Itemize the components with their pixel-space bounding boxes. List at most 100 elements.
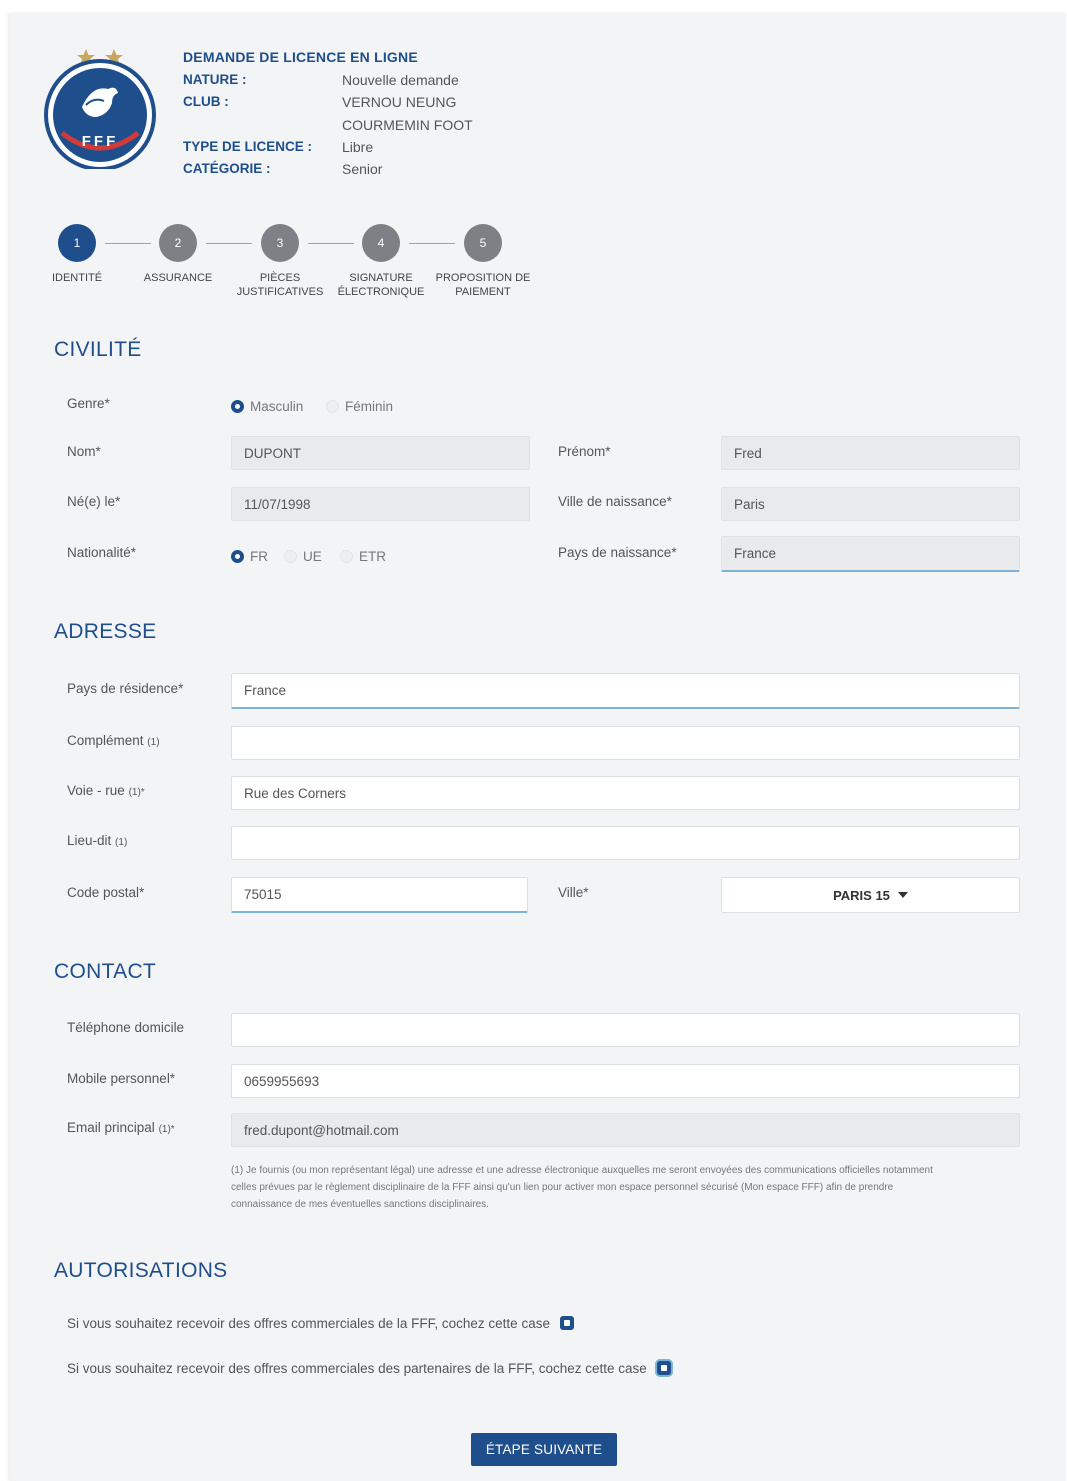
page-title: DEMANDE DE LICENCE EN LIGNE	[183, 49, 418, 65]
radio-label: Masculin	[250, 399, 304, 414]
telephone-field[interactable]	[231, 1013, 1020, 1047]
radio-checked-icon	[231, 400, 244, 413]
categorie-label: CATÉGORIE :	[183, 161, 271, 176]
ville-naissance-value: Paris	[734, 496, 765, 512]
lieudit-field[interactable]	[231, 826, 1020, 860]
nom-label: Nom*	[67, 444, 101, 459]
step-1-label: IDENTITÉ	[22, 271, 132, 285]
pays-naissance-value: France	[734, 546, 777, 561]
adresse-title: ADRESSE	[54, 620, 157, 643]
footnote-line: connaissance de mes éventuelles sanction…	[231, 1199, 489, 1210]
naissance-value: 11/07/1998	[244, 496, 311, 512]
offre-fff-checkbox[interactable]	[559, 1316, 574, 1330]
step-connector	[206, 243, 252, 244]
step-connector	[308, 243, 354, 244]
radio-checked-icon	[231, 550, 244, 563]
offre-fff-text: Si vous souhaitez recevoir des offres co…	[67, 1316, 550, 1331]
club-label: CLUB :	[183, 94, 229, 109]
pays-naissance-field[interactable]: France	[721, 536, 1020, 572]
nationalite-etr-radio[interactable]: ETR	[340, 549, 386, 564]
naissance-field[interactable]: 11/07/1998	[231, 487, 530, 521]
nature-label: NATURE :	[183, 72, 247, 87]
radio-unchecked-icon	[326, 400, 339, 413]
mobile-value: 0659955693	[244, 1073, 320, 1089]
type-licence-value: Libre	[342, 139, 374, 155]
email-label: Email principal (1)*	[67, 1120, 175, 1135]
nationalite-fr-radio[interactable]: FR	[231, 549, 268, 564]
offre-partenaires-row: Si vous souhaitez recevoir des offres co…	[67, 1361, 671, 1376]
genre-masculin-radio[interactable]: Masculin	[231, 399, 303, 414]
genre-label: Genre*	[67, 396, 110, 411]
step-4-label-line1: SIGNATURE	[349, 272, 413, 284]
contact-title: CONTACT	[54, 960, 157, 983]
step-3-label: PIÈCES JUSTIFICATIVES	[225, 271, 335, 299]
radio-label: ETR	[359, 549, 386, 564]
email-value: fred.dupont@hotmail.com	[244, 1122, 399, 1138]
fff-logo: FFF	[42, 45, 158, 171]
caret-down-icon	[897, 892, 908, 898]
email-label-text: Email principal	[67, 1120, 155, 1135]
step-4-label-line2: ÉLECTRONIQUE	[337, 286, 425, 298]
mobile-field[interactable]: 0659955693	[231, 1064, 1020, 1098]
pays-residence-label: Pays de résidence*	[67, 681, 184, 696]
step-2-circle[interactable]: 2	[159, 224, 197, 262]
voie-field[interactable]: Rue des Corners	[231, 776, 1020, 810]
step-connector	[105, 243, 151, 244]
autorisations-title: AUTORISATIONS	[54, 1259, 228, 1282]
voie-note: (1)*	[128, 787, 145, 798]
nom-field[interactable]: DUPONT	[231, 436, 530, 470]
email-field[interactable]: fred.dupont@hotmail.com	[231, 1113, 1020, 1147]
ville-label: Ville*	[558, 885, 589, 900]
ville-naissance-label: Ville de naissance*	[558, 494, 672, 509]
form-page: FFF DEMANDE DE LICENCE EN LIGNE NATURE :…	[10, 13, 1066, 1481]
pays-residence-value: France	[244, 683, 287, 698]
ville-select-value: PARIS 15	[833, 887, 890, 903]
code-postal-label: Code postal*	[67, 885, 145, 900]
next-step-button[interactable]: ÉTAPE SUIVANTE	[471, 1433, 617, 1466]
offre-partenaires-checkbox[interactable]	[656, 1361, 671, 1375]
email-footnote: (1) Je fournis (ou mon représentant léga…	[231, 1162, 1031, 1213]
step-5-label-line2: PAIEMENT	[455, 286, 511, 298]
prenom-value: Fred	[734, 445, 762, 461]
club-value-line2: COURMEMIN FOOT	[342, 117, 473, 133]
email-note: (1)*	[158, 1124, 175, 1135]
complement-field[interactable]	[231, 726, 1020, 760]
step-3-circle[interactable]: 3	[261, 224, 299, 262]
step-5-circle[interactable]: 5	[464, 224, 502, 262]
mobile-label: Mobile personnel*	[67, 1071, 176, 1086]
ville-select[interactable]: PARIS 15	[721, 877, 1020, 913]
prenom-field[interactable]: Fred	[721, 436, 1020, 470]
step-5-label: PROPOSITION DE PAIEMENT	[428, 271, 538, 299]
pays-residence-field[interactable]: France	[231, 673, 1020, 709]
step-2-label: ASSURANCE	[123, 271, 233, 285]
genre-feminin-radio[interactable]: Féminin	[326, 399, 393, 414]
logo-text: FFF	[82, 133, 119, 150]
code-postal-field[interactable]: 75015	[231, 877, 528, 913]
step-1-circle[interactable]: 1	[58, 224, 96, 262]
lieudit-label: Lieu-dit (1)	[67, 833, 127, 848]
ville-naissance-field[interactable]: Paris	[721, 487, 1020, 521]
pays-naissance-label: Pays de naissance*	[558, 545, 677, 560]
telephone-label: Téléphone domicile	[67, 1020, 185, 1035]
voie-value: Rue des Corners	[244, 785, 347, 801]
step-connector	[409, 243, 455, 244]
step-4-circle[interactable]: 4	[362, 224, 400, 262]
step-4-label: SIGNATURE ÉLECTRONIQUE	[326, 271, 436, 299]
nationalite-ue-radio[interactable]: UE	[284, 549, 322, 564]
voie-label: Voie - rue (1)*	[67, 783, 145, 798]
type-licence-label: TYPE DE LICENCE :	[183, 139, 313, 154]
lieudit-note: (1)	[115, 837, 128, 848]
offre-fff-row: Si vous souhaitez recevoir des offres co…	[67, 1316, 574, 1331]
radio-unchecked-icon	[340, 550, 353, 563]
complement-note: (1)	[147, 737, 160, 748]
radio-label: Féminin	[345, 399, 394, 414]
step-3-label-line1: PIÈCES	[259, 272, 301, 284]
complement-label: Complément (1)	[67, 733, 160, 748]
code-postal-value: 75015	[244, 887, 282, 902]
footnote-line: celles prévues par le règlement discipli…	[231, 1182, 894, 1193]
club-value-line1: VERNOU NEUNG	[342, 94, 457, 110]
nom-value: DUPONT	[244, 445, 301, 461]
offre-partenaires-text: Si vous souhaitez recevoir des offres co…	[67, 1361, 647, 1376]
prenom-label: Prénom*	[558, 444, 611, 459]
footnote-line: (1) Je fournis (ou mon représentant léga…	[231, 1165, 933, 1176]
